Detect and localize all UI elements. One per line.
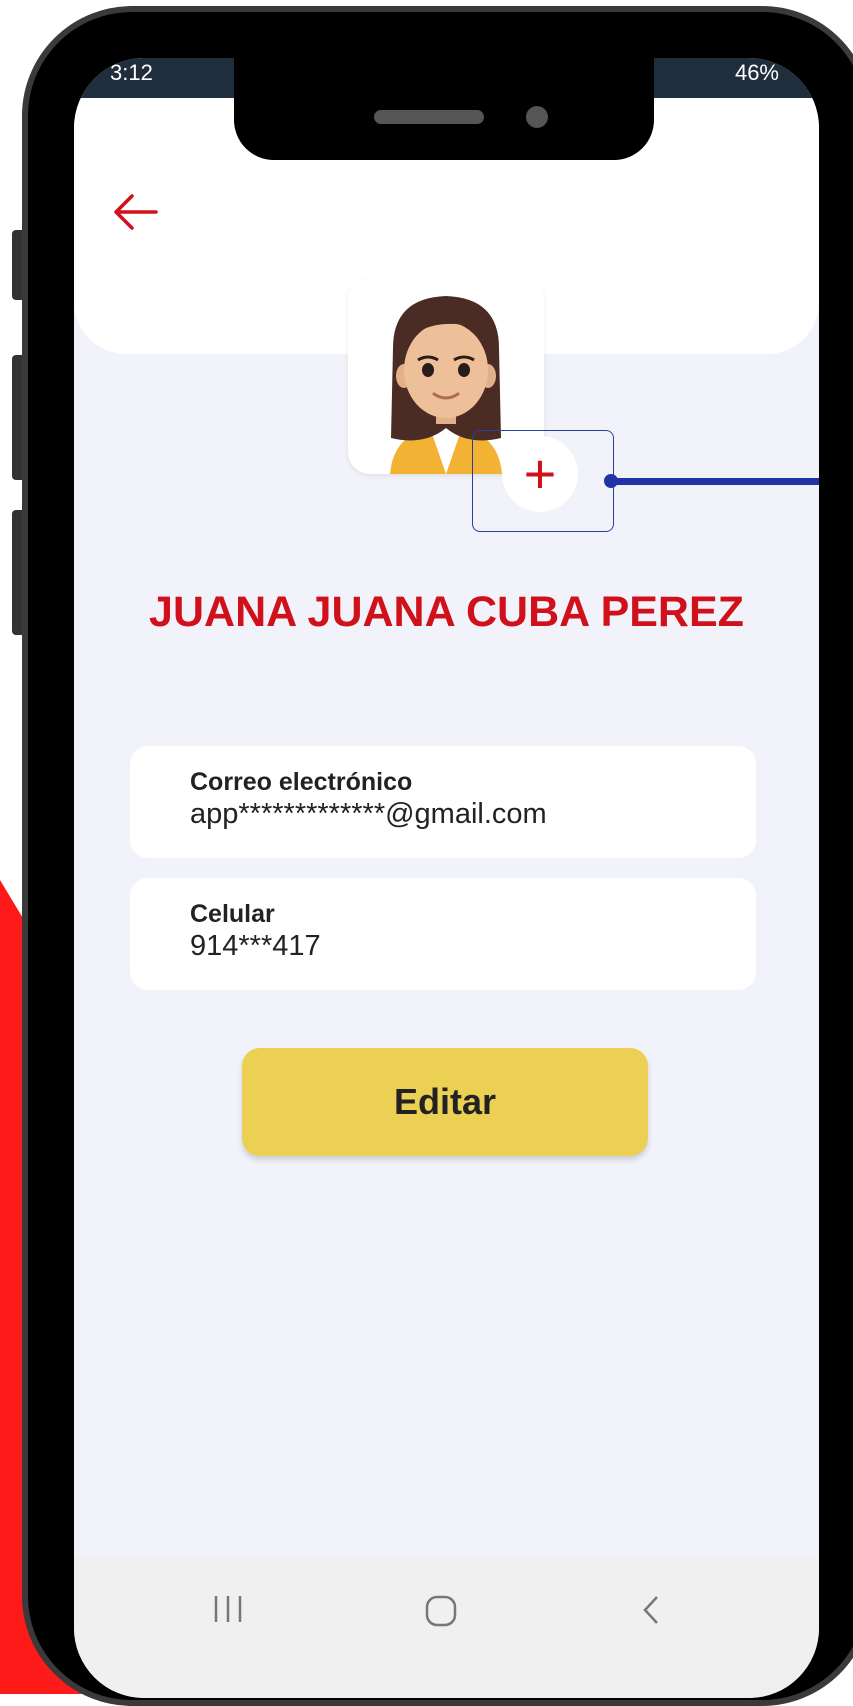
screen: 3:12 46% + JUANA JUANA CUBA PEREZ Correo… [74,58,819,1698]
status-time: 3:12 [110,60,153,85]
home-icon[interactable] [424,1594,458,1633]
user-name: JUANA JUANA CUBA PEREZ [149,588,744,636]
recents-icon[interactable] [212,1594,244,1629]
android-navbar [74,1558,819,1698]
edit-button[interactable]: Editar [242,1048,648,1156]
phone-card: Celular 914***417 [130,878,756,990]
phone-value: 914***417 [190,930,321,962]
email-value: app*************@gmail.com [190,798,547,830]
status-battery: 46% [734,60,779,85]
phone-label: Celular [190,900,275,928]
back-chevron-icon[interactable] [640,1594,662,1631]
annotation-highlight-box [472,430,614,532]
speaker [374,110,484,124]
annotation-pointer-line [614,478,819,485]
phone-notch [234,58,654,160]
email-card: Correo electrónico app*************@gmai… [130,746,756,858]
email-label: Correo electrónico [190,768,413,796]
arrow-left-icon[interactable] [110,192,160,237]
camera [526,106,548,128]
